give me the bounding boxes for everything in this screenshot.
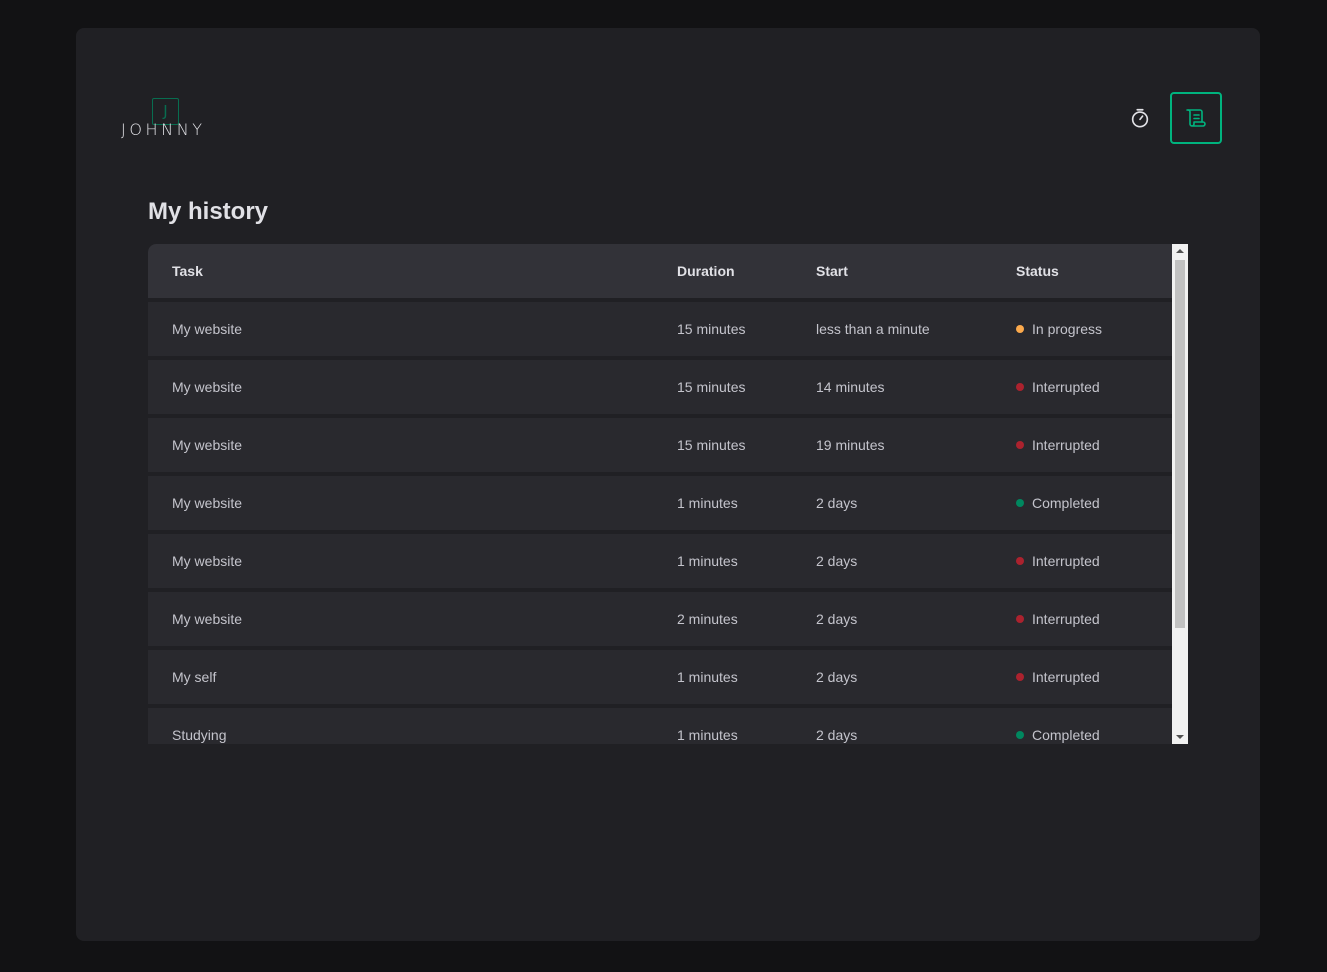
- app-container: J JOHNNY My history Task Duration Start …: [76, 28, 1260, 941]
- timer-icon: [1131, 108, 1149, 128]
- task-cell: Studying: [172, 727, 227, 743]
- task-cell: My website: [172, 553, 243, 569]
- start-cell: 2 days: [816, 727, 858, 743]
- duration-cell: 1 minutes: [677, 553, 738, 569]
- status-dot-icon: [1016, 441, 1024, 449]
- status-dot-icon: [1016, 383, 1024, 391]
- status-cell: Interrupted: [1016, 650, 1100, 704]
- column-header-status: Status: [1016, 263, 1059, 279]
- scroll-down-arrow-icon[interactable]: [1172, 730, 1188, 744]
- status-label: Interrupted: [1032, 437, 1100, 453]
- status-label: Completed: [1032, 495, 1100, 511]
- status-label: Interrupted: [1032, 553, 1100, 569]
- duration-cell: 1 minutes: [677, 669, 738, 685]
- table-row: Studying 1 minutes 2 days Completed: [148, 708, 1172, 744]
- column-header-duration: Duration: [677, 263, 735, 279]
- table-row: My website 15 minutes 14 minutes Interru…: [148, 360, 1172, 414]
- status-dot-icon: [1016, 615, 1024, 623]
- status-dot-icon: [1016, 499, 1024, 507]
- logo: J JOHNNY: [121, 98, 213, 142]
- status-label: Interrupted: [1032, 611, 1100, 627]
- duration-cell: 15 minutes: [677, 437, 746, 453]
- task-cell: My website: [172, 495, 243, 511]
- status-label: Interrupted: [1032, 669, 1100, 685]
- nav-history-button[interactable]: [1170, 92, 1222, 144]
- table-row: My website 1 minutes 2 days Completed: [148, 476, 1172, 530]
- start-cell: 14 minutes: [816, 379, 885, 395]
- table-row: My website 15 minutes less than a minute…: [148, 302, 1172, 356]
- status-label: Completed: [1032, 727, 1100, 743]
- duration-cell: 15 minutes: [677, 321, 746, 337]
- status-cell: Completed: [1016, 476, 1100, 530]
- start-cell: 19 minutes: [816, 437, 885, 453]
- duration-cell: 1 minutes: [677, 495, 738, 511]
- task-cell: My website: [172, 611, 243, 627]
- page-title: My history: [148, 198, 269, 225]
- status-label: In progress: [1032, 321, 1103, 337]
- status-cell: Completed: [1016, 708, 1100, 744]
- start-cell: 2 days: [816, 611, 858, 627]
- task-cell: My self: [172, 669, 217, 685]
- logo-text: JOHNNY: [121, 120, 206, 139]
- task-cell: My website: [172, 321, 243, 337]
- scrollbar-thumb[interactable]: [1175, 260, 1185, 628]
- table-row: My website 2 minutes 2 days Interrupted: [148, 592, 1172, 646]
- task-cell: My website: [172, 379, 243, 395]
- start-cell: 2 days: [816, 669, 858, 685]
- start-cell: 2 days: [816, 495, 858, 511]
- status-cell: Interrupted: [1016, 418, 1100, 472]
- status-dot-icon: [1016, 673, 1024, 681]
- scroll-icon: [1186, 109, 1206, 127]
- table-row: My website 15 minutes 19 minutes Interru…: [148, 418, 1172, 472]
- nav-timer-button[interactable]: [1126, 104, 1154, 132]
- table-scrollbar[interactable]: [1172, 244, 1188, 744]
- history-table: Task Duration Start Status My website 15…: [148, 244, 1188, 744]
- duration-cell: 1 minutes: [677, 727, 738, 743]
- start-cell: 2 days: [816, 553, 858, 569]
- history-table-body: Task Duration Start Status My website 15…: [148, 244, 1172, 744]
- status-cell: Interrupted: [1016, 534, 1100, 588]
- status-dot-icon: [1016, 731, 1024, 739]
- status-cell: Interrupted: [1016, 592, 1100, 646]
- scroll-up-arrow-icon[interactable]: [1172, 244, 1188, 258]
- header: J JOHNNY: [76, 28, 1260, 208]
- column-header-start: Start: [816, 263, 848, 279]
- status-dot-icon: [1016, 557, 1024, 565]
- status-label: Interrupted: [1032, 379, 1100, 395]
- task-cell: My website: [172, 437, 243, 453]
- status-dot-icon: [1016, 325, 1024, 333]
- table-row: My website 1 minutes 2 days Interrupted: [148, 534, 1172, 588]
- duration-cell: 15 minutes: [677, 379, 746, 395]
- table-row: My self 1 minutes 2 days Interrupted: [148, 650, 1172, 704]
- status-cell: In progress: [1016, 302, 1102, 356]
- column-header-task: Task: [172, 263, 203, 279]
- duration-cell: 2 minutes: [677, 611, 738, 627]
- start-cell: less than a minute: [816, 321, 930, 337]
- table-header-row: Task Duration Start Status: [148, 244, 1172, 298]
- status-cell: Interrupted: [1016, 360, 1100, 414]
